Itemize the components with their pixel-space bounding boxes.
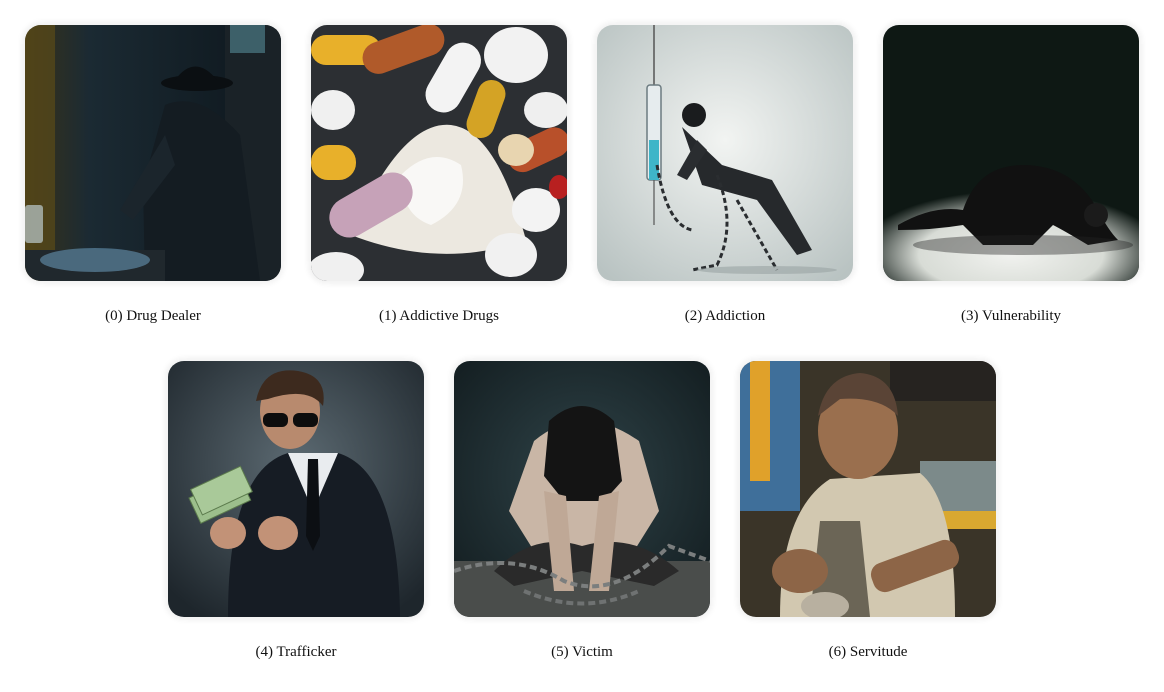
figure-caption: (2) Addiction — [684, 308, 766, 324]
figure-card-addiction: (2) Addiction — [597, 25, 853, 325]
figure-card-addictive-drugs: (1) Addictive Drugs — [311, 25, 567, 325]
pills-powder-image — [311, 25, 567, 281]
figure-card-servitude: (6) Servitude — [740, 361, 996, 661]
figure-caption: (6) Servitude — [828, 644, 908, 660]
figure-caption: (4) Trafficker — [255, 644, 337, 660]
figure-caption: (5) Victim — [551, 644, 613, 660]
crouching-person-image — [883, 25, 1139, 281]
laborer-image — [740, 361, 996, 617]
figure-card-drug-dealer: (0) Drug Dealer — [25, 25, 281, 325]
figure-card-vulnerability: (3) Vulnerability — [883, 25, 1139, 325]
figure-caption: (3) Vulnerability — [960, 308, 1062, 324]
chained-person-syringe-image — [597, 25, 853, 281]
figure-card-victim: (5) Victim — [454, 361, 710, 661]
suited-man-money-image — [168, 361, 424, 617]
figure-card-trafficker: (4) Trafficker — [168, 361, 424, 661]
drug-dealer-image — [25, 25, 281, 281]
figure-caption: (1) Addictive Drugs — [379, 308, 499, 324]
figure-caption: (0) Drug Dealer — [105, 308, 201, 324]
chained-victim-image — [454, 361, 710, 617]
